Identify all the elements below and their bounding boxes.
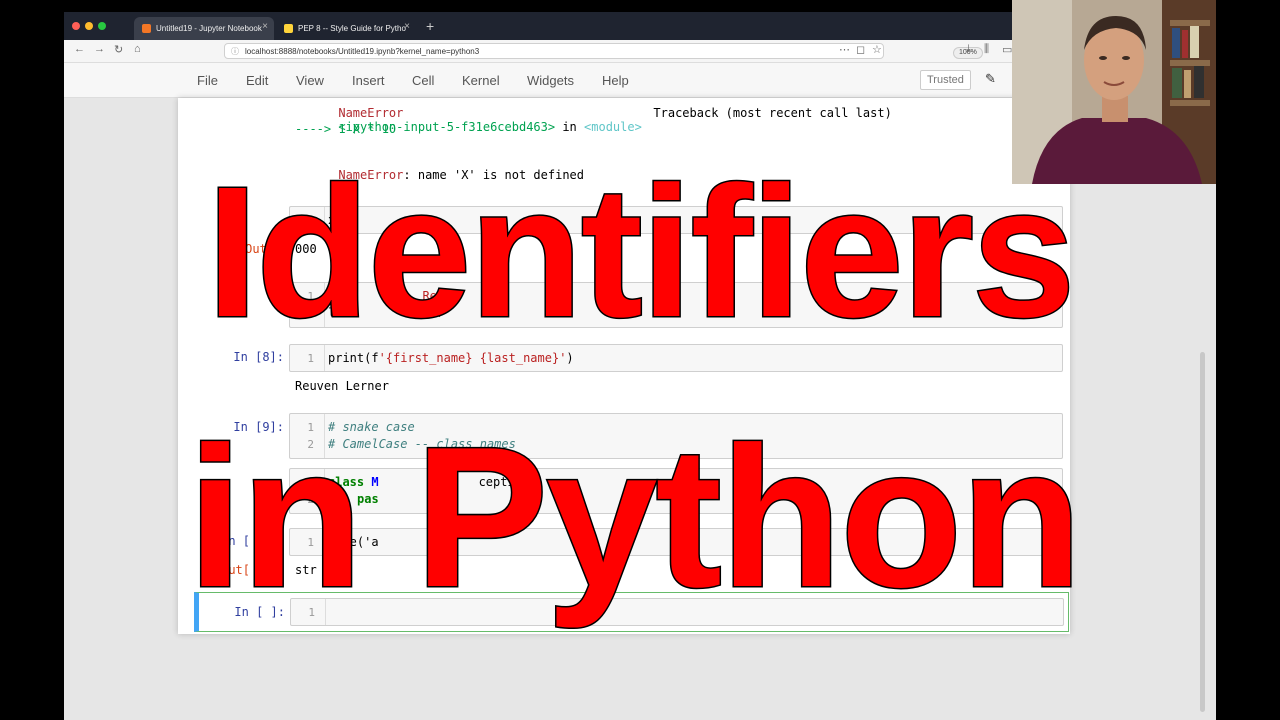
menu-kernel[interactable]: Kernel (462, 73, 500, 88)
sidebar-icon[interactable]: ▭ (1002, 43, 1012, 56)
edit-pencil-icon[interactable]: ✎ (985, 71, 996, 87)
address-bar[interactable]: ⓘ localhost:8888/notebooks/Untitled19.ip… (224, 43, 983, 59)
library-icon[interactable]: ⫼ (984, 43, 989, 56)
bookmark-star-icon[interactable]: ☆ (872, 43, 882, 56)
menu-help[interactable]: Help (602, 73, 629, 88)
menu-widgets[interactable]: Widgets (527, 73, 574, 88)
trusted-badge[interactable]: Trusted (920, 70, 971, 90)
home-icon[interactable]: ⌂ (134, 43, 141, 55)
minimize-window-dot[interactable] (85, 22, 93, 30)
jupyter-favicon-icon (142, 24, 151, 33)
tab-label: Untitled19 - Jupyter Notebook (156, 24, 262, 33)
menu-insert[interactable]: Insert (352, 73, 385, 88)
menu-file[interactable]: File (197, 73, 218, 88)
traceback-arrow-line: ----> 1 X * 10 (295, 122, 397, 136)
tab-pep8[interactable]: PEP 8 -- Style Guide for Pytho × (276, 17, 416, 40)
reload-icon[interactable]: ↻ (114, 43, 123, 56)
close-tab-icon[interactable]: × (404, 21, 410, 32)
url-text: localhost:8888/notebooks/Untitled19.ipyn… (245, 47, 480, 56)
menu-cell[interactable]: Cell (412, 73, 434, 88)
pocket-icon[interactable]: ◻ (856, 43, 865, 56)
title-overlay-line2: in Python (186, 406, 1084, 629)
title-overlay-line1: Identifiers (205, 149, 1077, 356)
forward-icon[interactable]: → (94, 43, 105, 55)
menu-view[interactable]: View (296, 73, 324, 88)
close-window-dot[interactable] (72, 22, 80, 30)
info-icon: ⓘ (231, 47, 239, 56)
back-icon[interactable]: ← (74, 43, 85, 55)
menu-edit[interactable]: Edit (246, 73, 268, 88)
new-tab-button[interactable]: + (426, 18, 434, 34)
close-tab-icon[interactable]: × (262, 21, 268, 32)
maximize-window-dot[interactable] (98, 22, 106, 30)
tab-label: PEP 8 -- Style Guide for Pytho (298, 24, 406, 33)
python-favicon-icon (284, 24, 293, 33)
download-icon[interactable]: ⤓ (966, 43, 971, 56)
cell-output: Reuven Lerner (295, 379, 389, 393)
more-icon[interactable]: ⋯ (839, 43, 850, 56)
tab-jupyter[interactable]: Untitled19 - Jupyter Notebook × (134, 17, 274, 40)
